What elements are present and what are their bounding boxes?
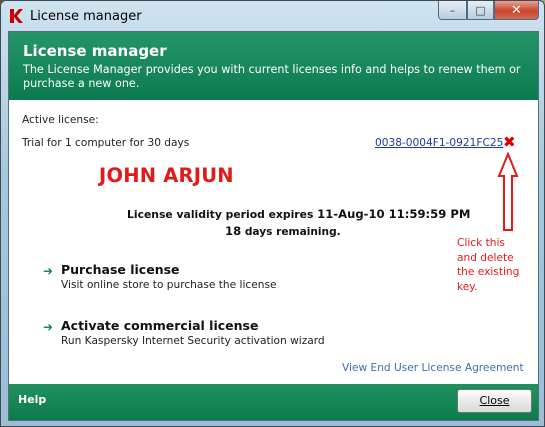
- annotation-name: JOHN ARJUN: [99, 164, 234, 187]
- delete-key-icon[interactable]: ✖: [503, 135, 516, 150]
- close-button[interactable]: Close: [457, 389, 532, 413]
- window-controls: – □ ✕: [438, 1, 539, 21]
- maximize-button[interactable]: □: [467, 1, 494, 20]
- header-description: The License Manager provides you with cu…: [23, 63, 521, 90]
- annotation-arrow-icon: [497, 152, 519, 231]
- activate-license-title: Activate commercial license: [61, 318, 259, 333]
- title-bar[interactable]: License manager – □ ✕: [0, 0, 545, 32]
- days-remaining-line: 18 days remaining.: [225, 224, 341, 238]
- purchase-license-description: Visit online store to purchase the licen…: [61, 279, 277, 291]
- dialog-frame: License manager The License Manager prov…: [8, 31, 539, 421]
- header-title: License manager: [23, 42, 167, 60]
- days-suffix: days remaining.: [244, 226, 341, 238]
- validity-text: License validity period expires: [127, 208, 314, 221]
- close-button-label: Close: [479, 394, 510, 407]
- annotation-note: Click this and delete the existing key.: [457, 236, 527, 294]
- annotation-note-line: the existing: [457, 266, 520, 278]
- minimize-button[interactable]: –: [438, 1, 467, 20]
- arrow-right-icon: ➜: [43, 320, 54, 334]
- kaspersky-app-icon: [8, 8, 24, 24]
- close-icon: ✕: [511, 2, 522, 18]
- help-link[interactable]: Help: [18, 393, 46, 406]
- purchase-license-title: Purchase license: [61, 262, 180, 277]
- license-manager-window: License manager – □ ✕ License manager Th…: [0, 0, 545, 427]
- minimize-icon: –: [449, 3, 456, 17]
- eula-link[interactable]: View End User License Agreement: [342, 362, 524, 374]
- activate-license-description: Run Kaspersky Internet Security activati…: [61, 335, 325, 347]
- annotation-note-line: Click this: [457, 237, 505, 249]
- license-key-link[interactable]: 0038-0004F1-0921FC25: [375, 137, 503, 149]
- expiry-date: 11-Aug-10 11:59:59 PM: [317, 207, 471, 221]
- validity-line: License validity period expires 11-Aug-1…: [127, 207, 470, 221]
- window-title: License manager: [30, 9, 142, 24]
- days-count: 18: [225, 224, 242, 238]
- annotation-note-line: and delete: [457, 251, 514, 264]
- maximize-icon: □: [475, 3, 486, 17]
- dialog-header: License manager The License Manager prov…: [9, 32, 538, 100]
- dialog-footer: Help Close: [9, 384, 538, 420]
- license-type: Trial for 1 computer for 30 days: [22, 137, 190, 149]
- active-license-label: Active license:: [22, 114, 99, 126]
- close-window-button[interactable]: ✕: [494, 1, 539, 20]
- arrow-right-icon: ➜: [43, 264, 54, 278]
- annotation-note-line: key.: [457, 280, 478, 293]
- dialog-content: Active license: Trial for 1 computer for…: [9, 100, 538, 384]
